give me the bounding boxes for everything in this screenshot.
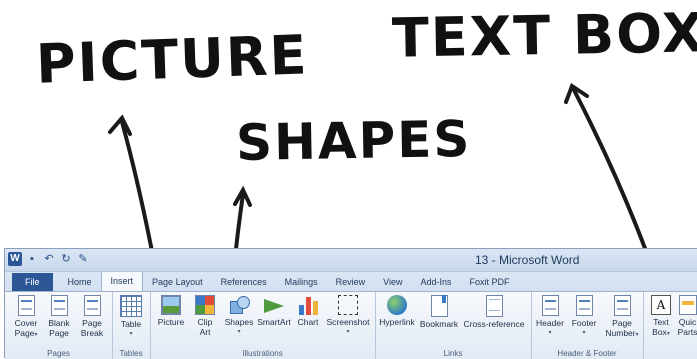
ribbon: Cover Page▾ Blank Page Page Break Pages … xyxy=(5,292,697,359)
redo-icon[interactable]: ↻ xyxy=(59,252,73,266)
table-icon xyxy=(120,295,142,317)
dropdown-caret-icon: ▾ xyxy=(582,330,586,336)
picture-icon xyxy=(161,295,181,315)
screenshot-label: Screenshot xyxy=(326,317,370,327)
tab-mailings[interactable]: Mailings xyxy=(276,273,327,291)
cover-page-label-2: Page xyxy=(14,328,35,338)
group-text: A Text Box▾ Quic Parts xyxy=(643,292,697,359)
dropdown-caret-icon: ▾ xyxy=(129,331,133,337)
cover-page-button[interactable]: Cover Page▾ xyxy=(11,295,41,340)
table-button[interactable]: Table ▾ xyxy=(116,295,146,339)
tab-add-ins[interactable]: Add-Ins xyxy=(412,273,461,291)
screenshot-button[interactable]: Screenshot ▾ xyxy=(324,295,372,337)
header-button[interactable]: Header ▾ xyxy=(533,295,567,338)
group-header-footer: Header ▾ Footer ▾ Page Number▾ Header & … xyxy=(531,292,644,359)
page-number-icon xyxy=(613,295,631,316)
cover-page-label-1: Cover xyxy=(14,318,38,328)
smartart-button[interactable]: SmartArt xyxy=(256,295,292,327)
dropdown-caret-icon: ▾ xyxy=(548,330,552,336)
window-title: 13 - Microsoft Word xyxy=(475,253,580,267)
format-icon[interactable]: ✎ xyxy=(76,252,90,266)
page-break-icon xyxy=(83,295,101,316)
screenshot-icon xyxy=(338,295,358,315)
save-icon[interactable]: ▪ xyxy=(25,252,39,266)
page-break-label-1: Page xyxy=(82,318,102,328)
blank-page-icon xyxy=(50,295,68,316)
text-box-label-2: Box xyxy=(652,327,667,337)
chart-button[interactable]: Chart xyxy=(294,295,322,327)
text-box-label-1: Text xyxy=(653,317,669,327)
table-label: Table xyxy=(120,319,142,329)
tab-references[interactable]: References xyxy=(212,273,276,291)
header-label: Header xyxy=(536,318,564,328)
text-box-icon: A xyxy=(651,295,671,315)
group-links: Hyperlink Bookmark Cross-reference Links xyxy=(375,292,532,359)
bookmark-label: Bookmark xyxy=(419,319,459,329)
clip-art-icon xyxy=(195,295,215,315)
quick-parts-label-2: Parts xyxy=(677,327,697,337)
smartart-label: SmartArt xyxy=(257,317,291,327)
footer-icon xyxy=(575,295,593,316)
cross-reference-label: Cross-reference xyxy=(463,319,525,329)
hyperlink-label: Hyperlink xyxy=(379,317,415,327)
blank-page-button[interactable]: Blank Page xyxy=(44,295,74,338)
footer-label: Footer xyxy=(571,318,597,328)
page-break-label-2: Break xyxy=(80,328,104,338)
word-app-icon[interactable]: W xyxy=(8,252,22,266)
chart-icon xyxy=(298,295,318,315)
picture-label: Picture xyxy=(157,317,185,327)
quick-parts-icon xyxy=(678,295,697,315)
undo-icon[interactable]: ↶ xyxy=(42,252,56,266)
clip-art-label-1: Clip xyxy=(197,317,213,327)
cross-reference-button[interactable]: Cross-reference xyxy=(461,295,527,329)
shapes-button[interactable]: Shapes ▾ xyxy=(222,295,256,337)
dropdown-caret-icon: ▾ xyxy=(666,331,670,337)
tab-file[interactable]: File xyxy=(12,273,53,291)
tab-foxit-pdf[interactable]: Foxit PDF xyxy=(461,273,519,291)
cover-page-icon xyxy=(17,295,35,316)
shapes-icon xyxy=(229,295,250,315)
dropdown-caret-icon: ▾ xyxy=(346,329,350,335)
quick-parts-label-1: Quic xyxy=(678,317,697,327)
hyperlink-icon xyxy=(387,295,407,315)
clip-art-button[interactable]: Clip Art xyxy=(190,295,220,337)
quick-access-toolbar: W ▪ ↶ ↻ ✎ xyxy=(8,252,90,266)
bookmark-icon xyxy=(430,295,448,317)
page-number-label-2: Number xyxy=(605,328,636,338)
tab-home[interactable]: Home xyxy=(59,273,101,291)
cross-reference-icon xyxy=(485,295,503,317)
dropdown-caret-icon: ▾ xyxy=(237,329,241,335)
quick-parts-button[interactable]: Quic Parts xyxy=(677,295,697,337)
chart-label: Chart xyxy=(297,317,319,327)
hyperlink-button[interactable]: Hyperlink xyxy=(377,295,417,327)
group-pages: Cover Page▾ Blank Page Page Break Pages xyxy=(5,292,113,359)
header-icon xyxy=(541,295,559,316)
word-window: W ▪ ↶ ↻ ✎ 13 - Microsoft Word File Home … xyxy=(4,248,697,359)
smartart-icon xyxy=(264,295,284,315)
page-number-button[interactable]: Page Number▾ xyxy=(603,295,641,340)
blank-page-label-2: Page xyxy=(49,328,69,338)
tab-review[interactable]: Review xyxy=(327,273,375,291)
group-illustrations: Picture Clip Art Shapes ▾ SmartArt Chart… xyxy=(150,292,376,359)
bookmark-button[interactable]: Bookmark xyxy=(418,295,460,329)
tab-insert[interactable]: Insert xyxy=(100,271,144,291)
group-tables: Table ▾ Tables xyxy=(112,292,151,359)
page-break-button[interactable]: Page Break xyxy=(77,295,107,338)
text-box-button[interactable]: A Text Box▾ xyxy=(647,295,675,339)
tab-view[interactable]: View xyxy=(374,273,411,291)
shapes-label: Shapes xyxy=(224,317,254,327)
picture-button[interactable]: Picture xyxy=(154,295,188,327)
arrow-head-picture xyxy=(108,114,132,136)
ribbon-tabs: File Home Insert Page Layout References … xyxy=(5,271,697,292)
dropdown-caret-icon: ▾ xyxy=(635,332,639,338)
clip-art-label-2: Art xyxy=(199,327,211,337)
title-bar: W ▪ ↶ ↻ ✎ 13 - Microsoft Word xyxy=(5,249,697,272)
tab-page-layout[interactable]: Page Layout xyxy=(143,273,212,291)
page-number-label-1: Page xyxy=(612,318,632,328)
blank-page-label-1: Blank xyxy=(48,318,70,328)
footer-button[interactable]: Footer ▾ xyxy=(567,295,601,338)
dropdown-caret-icon: ▾ xyxy=(34,332,38,338)
